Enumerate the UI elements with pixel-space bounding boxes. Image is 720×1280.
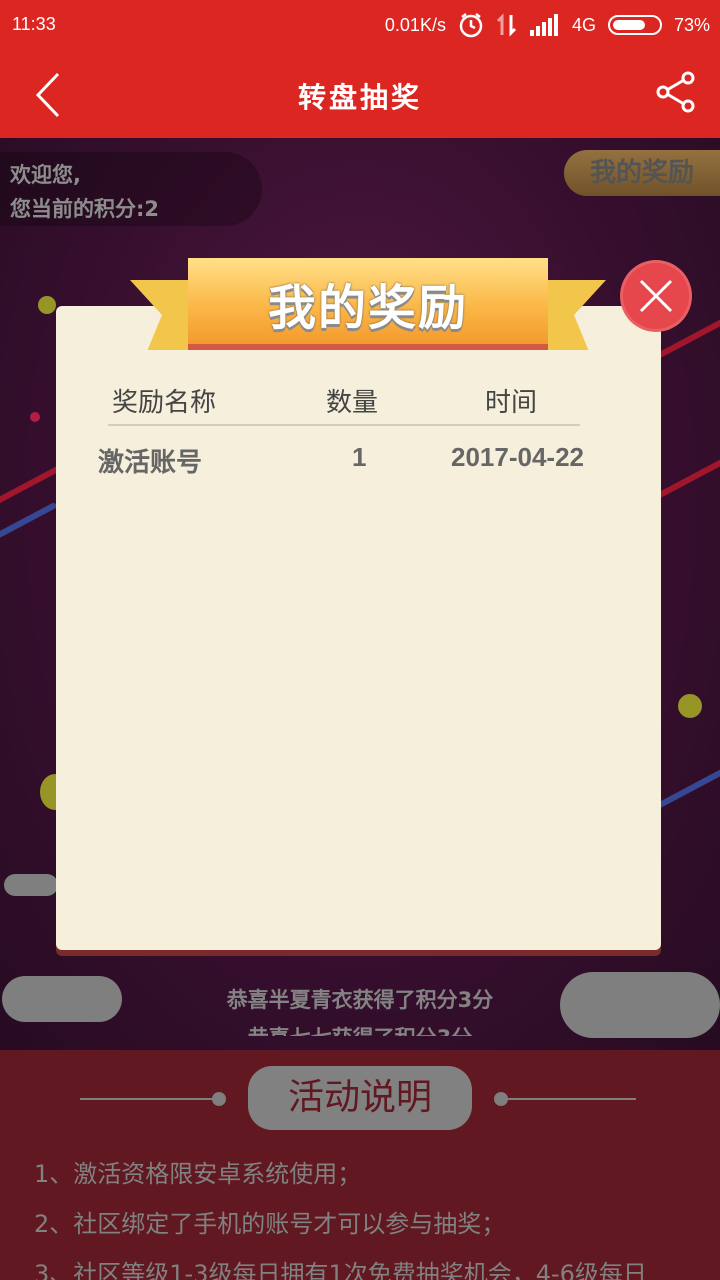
data-transfer-icon xyxy=(496,13,517,37)
reward-name-cell: 激活账号 xyxy=(98,447,203,477)
net-speed: 0.01K/s xyxy=(384,14,446,35)
ribbon-banner: 我的奖励 xyxy=(188,258,548,344)
reward-time-cell: 2017-04-22 xyxy=(451,442,584,472)
battery-percent: 73% xyxy=(673,14,710,35)
my-rewards-modal: 奖励名称 数量 时间 激活账号 1 2017-04-22 xyxy=(56,306,661,950)
close-button[interactable] xyxy=(620,260,692,332)
col-reward-name: 奖励名称 xyxy=(112,388,217,418)
battery-icon xyxy=(607,15,662,35)
close-icon xyxy=(639,279,673,313)
nav-bar: 转盘抽奖 xyxy=(0,52,720,138)
rewards-table-header: 奖励名称 数量 时间 xyxy=(108,376,580,426)
page-title: 转盘抽奖 xyxy=(297,81,422,114)
col-quantity: 数量 xyxy=(326,388,379,418)
col-time: 时间 xyxy=(485,388,538,418)
status-bar: 11:33 0.01K/s 4G 73% xyxy=(0,0,720,52)
signal-icon xyxy=(529,14,558,36)
share-button[interactable] xyxy=(654,70,698,114)
network-type: 4G xyxy=(571,14,596,35)
share-icon xyxy=(656,71,695,113)
status-right: 0.01K/s 4G 73% xyxy=(385,12,710,38)
status-time: 11:33 xyxy=(12,14,56,34)
modal-title: 我的奖励 xyxy=(267,280,468,336)
alarm-icon xyxy=(459,13,483,38)
reward-qty-cell: 1 xyxy=(352,442,367,472)
modal-ribbon: 我的奖励 xyxy=(130,258,606,358)
